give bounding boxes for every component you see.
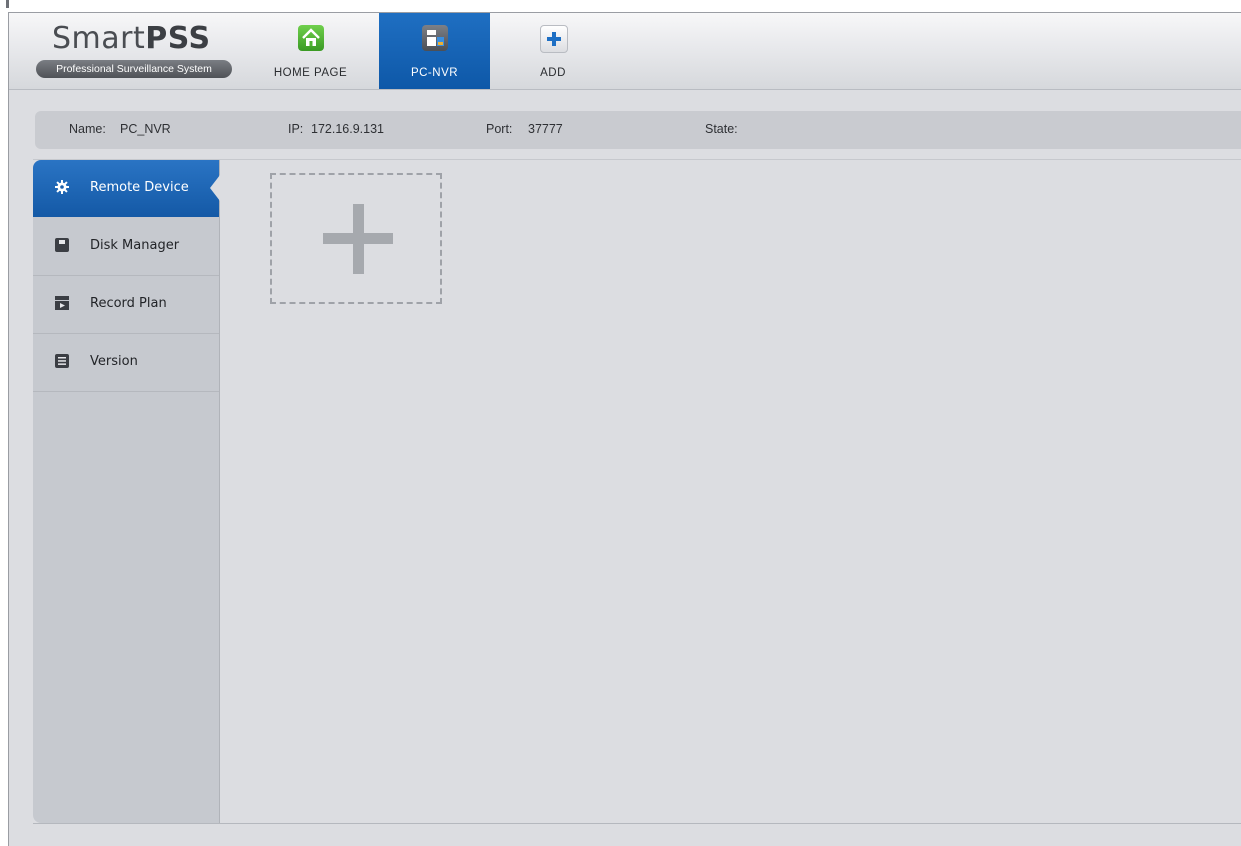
ip-value: 172.16.9.131 [311,122,384,136]
add-remote-device-button[interactable] [270,173,442,304]
tab-add-label: ADD [540,67,566,79]
sidebar-item-disk-manager[interactable]: Disk Manager [33,218,219,276]
name-value: PC_NVR [120,122,171,136]
tab-add[interactable]: ADD [515,13,591,89]
pc-nvr-icon [421,25,448,51]
plus-icon [540,25,568,53]
version-list-icon [55,354,69,368]
disk-icon [55,238,69,252]
port-value: 37777 [528,122,563,136]
gear-icon [55,180,69,194]
ip-label: IP: [288,122,304,136]
sidebar-item-label: Disk Manager [90,238,180,253]
logo-subtitle: Professional Surveillance System [36,60,232,78]
tab-pc-nvr-label: PC-NVR [410,67,459,79]
name-label: Name: [69,122,106,136]
port-label: Port: [486,122,513,136]
sidebar-item-label: Record Plan [90,296,167,311]
device-info-bar: Name: PC_NVR IP: 172.16.9.131 Port: 3777… [35,111,1241,149]
sidebar: Remote Device Disk Manager Record Plan V… [33,160,220,823]
main-content-area: Remote Device Disk Manager Record Plan V… [33,159,1241,824]
sidebar-item-record-plan[interactable]: Record Plan [33,276,219,334]
smartpss-window: SmartPSS Professional Surveillance Syste… [8,12,1241,846]
active-indicator-arrow [210,175,220,201]
plus-icon-vertical [353,204,364,274]
tab-home-page-label: HOME PAGE [273,67,348,79]
sidebar-item-remote-device[interactable]: Remote Device [33,160,220,217]
tab-pc-nvr[interactable]: PC-NVR [379,13,490,89]
sidebar-item-label: Version [90,354,138,369]
sidebar-item-label: Remote Device [90,180,189,195]
app-logo: SmartPSS Professional Surveillance Syste… [36,21,234,81]
top-navigation-bar: SmartPSS Professional Surveillance Syste… [9,13,1241,90]
window-corner-mark [6,0,9,8]
logo-wordmark: SmartPSS [52,21,211,56]
home-icon [297,25,324,51]
sidebar-item-version[interactable]: Version [33,334,219,392]
tab-home-page[interactable]: HOME PAGE [258,13,363,89]
record-plan-icon [55,296,69,310]
state-label: State: [705,122,738,136]
